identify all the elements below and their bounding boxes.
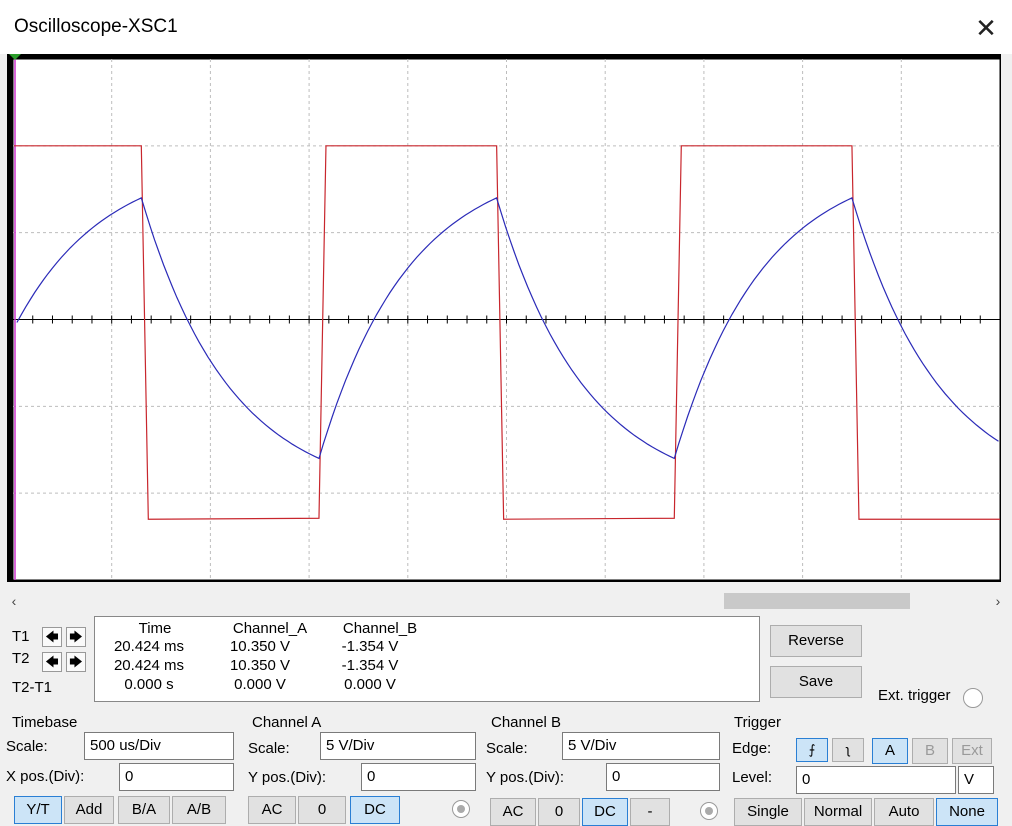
horizontal-scrollbar[interactable]: ‹ › xyxy=(0,590,1012,612)
ext-trigger-terminal[interactable] xyxy=(963,688,983,708)
trigger-level-field[interactable]: 0 xyxy=(796,766,956,794)
falling-edge-icon[interactable]: ʅ xyxy=(832,738,864,762)
reverse-button[interactable]: Reverse xyxy=(770,625,862,657)
channel-a-scale-label: Scale: xyxy=(248,740,290,757)
t2-t1-channel-b: 0.000 V xyxy=(344,676,396,693)
channel-a-ypos-field[interactable]: 0 xyxy=(361,763,476,791)
channel-b-zero-button[interactable]: 0 xyxy=(538,798,580,826)
t1-left-arrow-icon[interactable]: 🡄 xyxy=(42,627,62,647)
channel-a-ypos-label: Y pos.(Div): xyxy=(248,769,327,786)
t2-t1-time: 0.000 s xyxy=(124,676,174,693)
t2-t1-channel-a: 0.000 V xyxy=(234,676,286,693)
header-time: Time xyxy=(138,620,172,637)
t2-time: 20.424 ms xyxy=(113,657,185,674)
channel-b-scale-label: Scale: xyxy=(486,740,528,757)
t1-channel-b: -1.354 V xyxy=(341,638,399,655)
channel-a-terminal[interactable] xyxy=(452,800,470,818)
channel-b-ypos-field[interactable]: 0 xyxy=(606,763,720,791)
channel-b-ac-button[interactable]: AC xyxy=(490,798,536,826)
window-title: Oscilloscope-XSC1 xyxy=(14,16,178,37)
channel-a-panel: Channel A Scale: 5 V/Div Y pos.(Div): 0 … xyxy=(242,708,482,826)
trigger-source-a-button[interactable]: A xyxy=(872,738,908,764)
trigger-source-ext-button[interactable]: Ext xyxy=(952,738,992,764)
close-icon[interactable]: ✕ xyxy=(968,10,1004,46)
channel-a-dc-button[interactable]: DC xyxy=(350,796,400,824)
measurement-readout: Time Channel_A Channel_B 20.424 ms 10.35… xyxy=(94,616,760,702)
t1-label: T1 xyxy=(12,628,30,645)
ext-trigger-label: Ext. trigger xyxy=(878,687,951,704)
t1-time: 20.424 ms xyxy=(113,638,185,655)
trigger-auto-button[interactable]: Auto xyxy=(874,798,934,826)
t2-right-arrow-icon[interactable]: 🡆 xyxy=(66,652,86,672)
t2-channel-b: -1.354 V xyxy=(341,657,399,674)
rising-edge-icon[interactable]: ⨍ xyxy=(796,738,828,762)
channel-a-zero-button[interactable]: 0 xyxy=(298,796,346,824)
channel-b-ypos-label: Y pos.(Div): xyxy=(486,769,565,786)
mode-ab-button[interactable]: A/B xyxy=(172,796,226,824)
t1-channel-a: 10.350 V xyxy=(229,638,291,655)
header-channel-b: Channel_B xyxy=(342,620,418,637)
t2-channel-a: 10.350 V xyxy=(229,657,291,674)
channel-b-terminal[interactable] xyxy=(700,802,718,820)
level-label: Level: xyxy=(732,769,773,786)
channel-b-minus-button[interactable]: - xyxy=(630,798,670,826)
timebase-title: Timebase xyxy=(12,714,78,731)
t2-t1-label: T2-T1 xyxy=(12,679,53,696)
t2-label: T2 xyxy=(12,650,30,667)
oscilloscope-screen xyxy=(7,54,1001,582)
t1-right-arrow-icon[interactable]: 🡆 xyxy=(66,627,86,647)
channel-b-scale-field[interactable]: 5 V/Div xyxy=(562,732,720,760)
timebase-scale-label: Scale: xyxy=(6,738,48,755)
scroll-thumb[interactable] xyxy=(724,593,910,609)
save-button[interactable]: Save xyxy=(770,666,862,698)
xpos-field[interactable]: 0 xyxy=(119,763,234,791)
mode-yt-button[interactable]: Y/T xyxy=(14,796,62,824)
timebase-scale-field[interactable]: 500 us/Div xyxy=(84,732,234,760)
channel-b-dc-button[interactable]: DC xyxy=(582,798,628,826)
trigger-panel: Trigger Edge: ⨍ ʅ A B Ext Level: 0 V Sin… xyxy=(726,708,1012,826)
timebase-panel: Timebase Scale: 500 us/Div X pos.(Div): … xyxy=(0,708,242,826)
channel-b-panel: Channel B Scale: 5 V/Div Y pos.(Div): 0 … xyxy=(482,708,726,826)
waveform-display xyxy=(9,54,1001,581)
trigger-source-b-button[interactable]: B xyxy=(912,738,948,764)
t2-left-arrow-icon[interactable]: 🡄 xyxy=(42,652,62,672)
edge-label: Edge: xyxy=(732,740,772,757)
channel-a-ac-button[interactable]: AC xyxy=(248,796,296,824)
xpos-label: X pos.(Div): xyxy=(6,768,85,785)
channel-a-scale-field[interactable]: 5 V/Div xyxy=(320,732,476,760)
trigger-normal-button[interactable]: Normal xyxy=(804,798,872,826)
title-bar: Oscilloscope-XSC1 ✕ xyxy=(0,0,1012,54)
trigger-none-button[interactable]: None xyxy=(936,798,998,826)
scroll-left-icon[interactable]: ‹ xyxy=(4,590,24,612)
mode-ba-button[interactable]: B/A xyxy=(118,796,170,824)
mode-add-button[interactable]: Add xyxy=(64,796,114,824)
channel-a-title: Channel A xyxy=(252,714,322,731)
channel-b-title: Channel B xyxy=(491,714,562,731)
trigger-title: Trigger xyxy=(734,714,781,731)
trigger-single-button[interactable]: Single xyxy=(734,798,802,826)
scroll-right-icon[interactable]: › xyxy=(988,590,1008,612)
trigger-level-unit[interactable]: V xyxy=(958,766,994,794)
cursor-controls: T1 🡄 🡆 T2 🡄 🡆 T2-T1 xyxy=(0,616,92,702)
